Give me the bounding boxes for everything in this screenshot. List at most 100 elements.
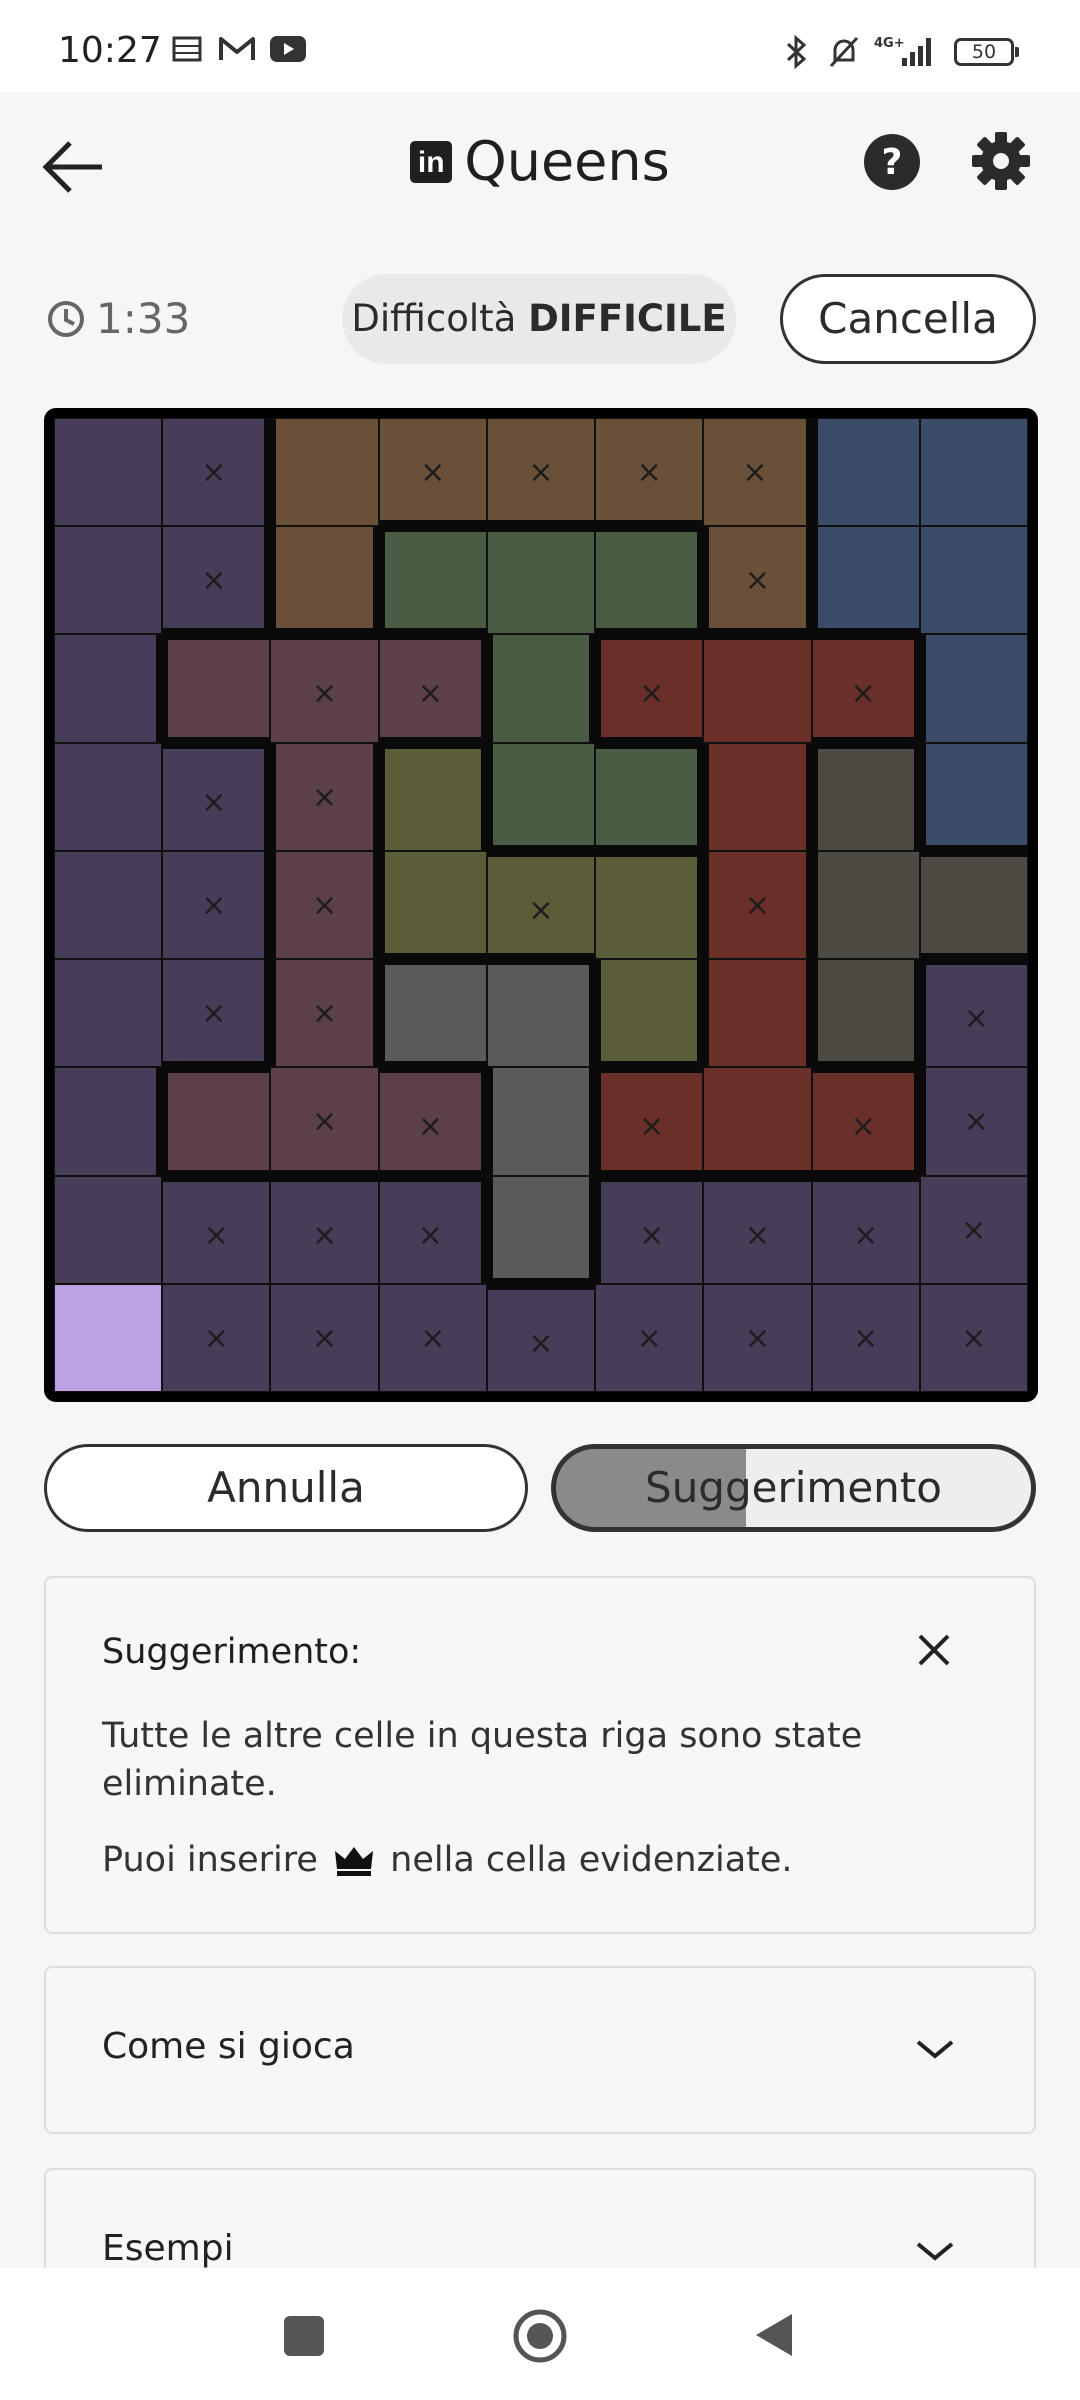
board-cell[interactable] <box>486 959 596 1068</box>
board-cell[interactable] <box>703 1067 812 1176</box>
board-cell[interactable]: × <box>811 1067 920 1176</box>
board-cell[interactable] <box>486 1175 596 1284</box>
board-cell[interactable] <box>54 634 163 743</box>
help-icon[interactable]: ? <box>862 132 922 192</box>
board-cell[interactable] <box>54 959 163 1068</box>
board-cell[interactable]: × <box>919 959 1028 1068</box>
undo-button[interactable]: Annulla <box>44 1444 528 1532</box>
board-cell-highlighted[interactable] <box>54 1283 163 1392</box>
board-cell[interactable] <box>811 418 920 527</box>
hint-panel: Suggerimento: Tutte le altre celle in qu… <box>44 1576 1036 1934</box>
board-cell[interactable]: × <box>811 634 920 743</box>
board-cell[interactable]: × <box>378 1067 487 1176</box>
timer: 1:33 <box>46 294 190 343</box>
board-cell[interactable] <box>486 526 596 635</box>
board-cell[interactable]: × <box>595 1283 704 1392</box>
board-cell[interactable]: × <box>703 1283 812 1392</box>
board-cell[interactable]: × <box>162 959 271 1068</box>
board-cell[interactable]: × <box>378 634 487 743</box>
cell-x-mark: × <box>636 455 662 490</box>
board-cell[interactable]: × <box>486 418 596 527</box>
board-cell[interactable] <box>486 742 596 851</box>
hint-button[interactable]: Suggerimento <box>551 1444 1036 1532</box>
board-cell[interactable] <box>54 418 163 527</box>
board-cell[interactable] <box>811 850 920 960</box>
board-cell[interactable] <box>811 742 920 851</box>
board-cell[interactable]: × <box>378 418 487 527</box>
board-cell[interactable] <box>811 526 920 635</box>
board-cell[interactable]: × <box>595 418 704 527</box>
board-cell[interactable]: × <box>162 1283 271 1392</box>
chevron-down-icon[interactable] <box>914 2240 956 2264</box>
accordion-how-to-play[interactable]: Come si gioca <box>44 1966 1036 2134</box>
board-cell[interactable]: × <box>486 1283 596 1392</box>
board-cell[interactable]: × <box>270 1175 379 1284</box>
board-cell[interactable]: × <box>378 1175 487 1284</box>
board-cell[interactable]: × <box>919 1175 1028 1284</box>
cell-x-mark: × <box>311 779 338 815</box>
board-cell[interactable]: × <box>270 959 379 1068</box>
board-cell[interactable]: × <box>270 1067 379 1176</box>
board-cell[interactable] <box>378 742 487 851</box>
recents-button[interactable] <box>284 2316 324 2356</box>
clear-button[interactable]: Cancella <box>780 274 1036 364</box>
board-cell[interactable]: × <box>703 850 812 960</box>
board-cell[interactable] <box>486 1067 596 1176</box>
crown-icon <box>335 1847 374 1876</box>
board-cell[interactable]: × <box>270 1283 379 1392</box>
board-cell[interactable] <box>811 959 920 1068</box>
board-cell[interactable]: × <box>703 418 812 527</box>
board-cell[interactable] <box>54 742 163 851</box>
board-cell[interactable] <box>378 850 487 960</box>
gear-icon[interactable] <box>970 130 1032 192</box>
board-cell[interactable] <box>378 526 487 635</box>
home-button[interactable] <box>512 2308 568 2364</box>
board-cell[interactable] <box>919 850 1028 960</box>
board-cell[interactable]: × <box>595 1175 704 1284</box>
cell-x-mark: × <box>853 1320 879 1356</box>
board-cell[interactable]: × <box>270 742 379 851</box>
board-cell[interactable]: × <box>162 526 271 635</box>
board-cell[interactable]: × <box>378 1283 487 1392</box>
close-icon[interactable] <box>914 1630 954 1670</box>
board-cell[interactable]: × <box>270 850 379 960</box>
board-cell[interactable]: × <box>162 850 271 960</box>
board-cell[interactable] <box>162 634 271 743</box>
cell-x-mark: × <box>528 892 554 928</box>
board-cell[interactable] <box>54 1175 163 1284</box>
board-cell[interactable] <box>595 742 704 851</box>
board-cell[interactable] <box>919 742 1028 851</box>
board-cell[interactable]: × <box>595 634 704 743</box>
board-cell[interactable] <box>54 526 163 635</box>
board-cell[interactable] <box>54 1067 163 1176</box>
board-cell[interactable] <box>703 959 812 1068</box>
board-cell[interactable] <box>919 634 1028 743</box>
board-cell[interactable] <box>270 526 379 635</box>
board-cell[interactable] <box>54 850 163 960</box>
board-cell[interactable]: × <box>811 1283 920 1392</box>
board-cell[interactable] <box>270 418 379 527</box>
board-cell[interactable]: × <box>919 1283 1028 1392</box>
board-cell[interactable]: × <box>162 1175 271 1284</box>
board-cell[interactable] <box>595 526 704 635</box>
board-cell[interactable]: × <box>270 634 379 743</box>
board-cell[interactable] <box>919 418 1028 527</box>
board-cell[interactable] <box>703 742 812 851</box>
board-cell[interactable] <box>595 959 704 1068</box>
board-cell[interactable] <box>486 634 596 743</box>
board-cell[interactable] <box>919 526 1028 635</box>
board-cell[interactable] <box>703 634 812 743</box>
board-cell[interactable]: × <box>162 418 271 527</box>
board-cell[interactable] <box>595 850 704 960</box>
chevron-down-icon[interactable] <box>914 2038 956 2062</box>
board-cell[interactable]: × <box>703 526 812 635</box>
board-cell[interactable] <box>162 1067 271 1176</box>
board-cell[interactable]: × <box>595 1067 704 1176</box>
board-cell[interactable]: × <box>162 742 271 851</box>
nav-back-button[interactable] <box>752 2310 796 2360</box>
board-cell[interactable]: × <box>703 1175 812 1284</box>
board-cell[interactable] <box>378 959 487 1068</box>
board-cell[interactable]: × <box>811 1175 920 1284</box>
board-cell[interactable]: × <box>919 1067 1028 1176</box>
board-cell[interactable]: × <box>486 850 596 960</box>
